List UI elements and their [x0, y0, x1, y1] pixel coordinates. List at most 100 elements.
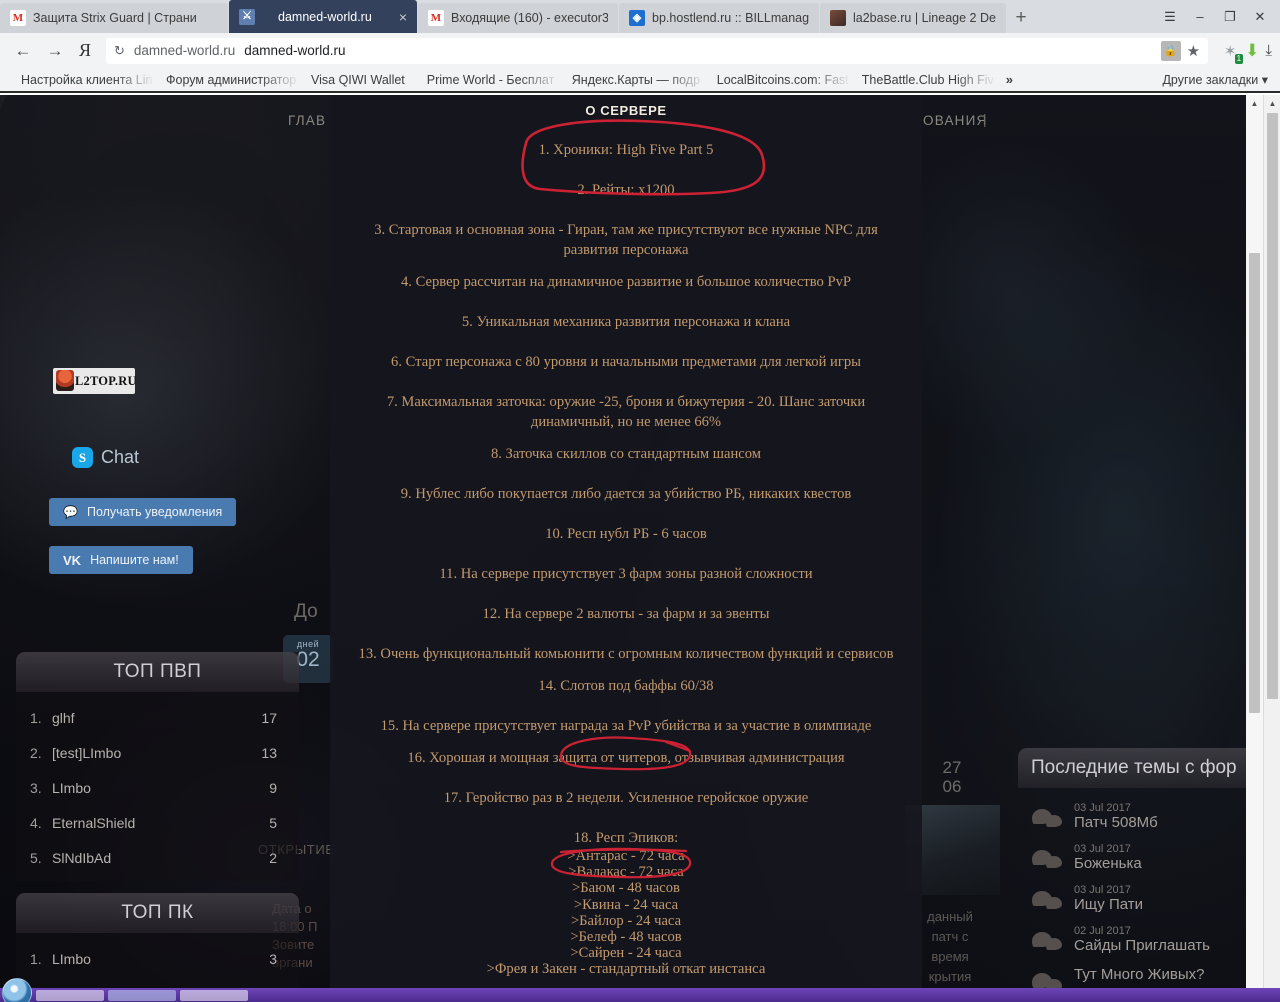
other-bookmarks-label: Другие закладки	[1162, 73, 1259, 87]
modal-scrollbar-thumb[interactable]	[1249, 253, 1260, 713]
taskbar-item[interactable]	[180, 989, 248, 1001]
epic-boss-item: >Баюм - 48 часов	[572, 880, 680, 897]
top-pvp-rows: 1. glhf 17 2. [test]LImbo 13 3. LImbo 9	[16, 692, 299, 881]
top-pk-panel: ТОП ПК 1. LImbo 3 2. ДжастинБибер 2	[16, 893, 299, 1002]
topic-date: 02 Jul 2017	[1074, 925, 1131, 937]
player-score: 17	[261, 709, 277, 726]
epic-boss-item: >Белеф - 48 часов	[570, 929, 682, 946]
imp-mascot-icon	[56, 370, 74, 391]
vk-write-us-button[interactable]: VK Напишите нам!	[49, 546, 193, 574]
rule-item: 5. Уникальная механика развития персонаж…	[461, 314, 791, 330]
browser-tab-3[interactable]: M Входящие (160) - executor3	[418, 3, 618, 33]
list-item[interactable]: 1. LImbo 3	[30, 941, 285, 976]
topic-date: 03 Jul 2017	[1074, 802, 1131, 814]
page-scrollbar[interactable]: ▲ ▼	[1263, 95, 1280, 1002]
player-score: 13	[261, 744, 277, 761]
comment-bubbles-icon	[1032, 930, 1062, 954]
downloads-icon[interactable]: ⤓	[1261, 42, 1272, 59]
download-manager-icon[interactable]: ⬇	[1245, 41, 1259, 61]
topic-title: Патч 508Мб	[1074, 814, 1158, 831]
bookmark-item[interactable]: LocalBitcoins.com: Fast	[706, 73, 851, 87]
browser-window: M Защита Strix Guard | Страни ⚔ damned-w…	[0, 0, 1280, 1002]
scroll-up-icon[interactable]: ▲	[1246, 95, 1263, 112]
forum-topics-panel: Последние темы с фор 03 Jul 2017 Патч 50…	[1018, 748, 1262, 1001]
bookmark-item[interactable]: Форум администратор	[155, 73, 300, 87]
back-button[interactable]: ←	[8, 36, 38, 66]
get-notifications-button[interactable]: 💬 Получать уведомления	[49, 498, 237, 526]
epic-boss-item: >Валакас - 72 часа	[568, 864, 684, 881]
new-tab-button[interactable]: +	[1007, 3, 1035, 33]
menu-icon[interactable]: ☰	[1156, 3, 1184, 31]
skype-chat-widget[interactable]: S Chat	[72, 447, 139, 468]
browser-tab-2-active[interactable]: ⚔ damned-world.ru ×	[229, 0, 417, 33]
bookmark-item[interactable]: Настройка клиента Lin	[10, 73, 155, 87]
modal-scrollbar[interactable]: ▲ ▼	[1246, 95, 1263, 1002]
maximize-icon[interactable]: ❐	[1216, 3, 1244, 31]
rule-item: 9. Нублес либо покупается либо дается за…	[400, 486, 852, 502]
list-item[interactable]: 03 Jul 2017 Патч 508Мб	[1018, 796, 1262, 837]
page-scrollbar-thumb[interactable]	[1267, 113, 1278, 699]
left-sidebar: L2TOP.RU S Chat 💬 Получать уведомления V…	[0, 95, 334, 1002]
bookmark-item[interactable]: TheBattle.Club High Fiv	[851, 73, 996, 87]
taskbar-item[interactable]	[36, 989, 104, 1001]
window-controls: ☰ – ❐ ✕	[1156, 0, 1280, 33]
epic-boss-item: >Антарас - 72 часа	[567, 848, 685, 864]
tab-title: bp.hostlend.ru :: BILLmanage	[652, 11, 809, 25]
list-item[interactable]: 3. LImbo 9	[30, 770, 285, 805]
lock-icon[interactable]: 🔒	[1160, 40, 1181, 61]
list-item[interactable]: 1. glhf 17	[30, 700, 285, 735]
start-orb-icon[interactable]	[2, 978, 32, 1002]
address-bar[interactable]: ↻ damned-world.ru damned-world.ru 🔒 ★	[106, 37, 1209, 64]
rule-item: 8. Заточка скиллов со стандартным шансом	[490, 446, 762, 462]
topic-title: Ищу Пати	[1074, 896, 1144, 913]
omnibox-value: damned-world.ru	[244, 43, 346, 58]
browser-tab-5[interactable]: la2base.ru | Lineage 2 Develo	[820, 3, 1006, 33]
chevron-down-icon: ▾	[1261, 73, 1268, 87]
comment-bubbles-icon	[1032, 807, 1062, 831]
rule-item: 6. Старт персонажа с 80 уровня и начальн…	[391, 354, 861, 370]
tab-title: Защита Strix Guard | Страни	[33, 11, 197, 25]
list-item[interactable]: 2. [test]LImbo 13	[30, 735, 285, 770]
bookmark-star-icon[interactable]: ★	[1187, 42, 1200, 60]
news-excerpt-line-3: время	[931, 949, 969, 964]
bookmark-item[interactable]: Prime World - Бесплат	[416, 73, 561, 87]
lineage-icon: ⚔	[239, 8, 255, 25]
right-sidebar: Последние темы с фор 03 Jul 2017 Патч 50…	[1000, 95, 1262, 1002]
scroll-up-icon[interactable]: ▲	[1264, 95, 1280, 112]
rule-item: 2. Рейты: x1200	[577, 182, 675, 198]
epic-boss-item: >Сайрен - 24 часа	[570, 945, 682, 962]
close-icon[interactable]: ×	[395, 9, 407, 25]
list-item[interactable]: 5. SlNdIbAd 2	[30, 840, 285, 875]
player-score: 9	[269, 779, 277, 796]
bookmark-item[interactable]: Visa QIWI Wallet	[300, 73, 416, 87]
list-item[interactable]: 03 Jul 2017 Ищу Пати	[1018, 878, 1262, 919]
forum-panel-title: Последние темы с фор	[1018, 748, 1262, 788]
browser-tab-1[interactable]: M Защита Strix Guard | Страни	[0, 3, 228, 33]
topic-title: Сайды Приглашать	[1074, 937, 1210, 954]
list-item[interactable]: 02 Jul 2017 Сайды Приглашать	[1018, 919, 1262, 960]
get-notifications-label: Получать уведомления	[86, 505, 223, 519]
minimize-icon[interactable]: –	[1186, 3, 1214, 31]
epic-boss-item: >Фрея и Закен - стандартный откат инстан…	[486, 961, 766, 978]
news-date-badge: 27 06	[932, 758, 972, 796]
adblock-icon[interactable]: ✶ 1	[1220, 41, 1244, 64]
taskbar-item[interactable]	[108, 989, 176, 1001]
bookmark-item[interactable]: Яндекс.Карты — подр	[561, 73, 706, 87]
forward-button[interactable]: →	[40, 36, 70, 66]
rule-item: 16. Хорошая и мощная защита от читеров, …	[407, 750, 845, 766]
rule-item: 15. На сервере присутствует награда за P…	[380, 718, 872, 734]
l2top-banner[interactable]: L2TOP.RU	[53, 368, 137, 394]
bookmarks-overflow-icon[interactable]: »	[996, 72, 1023, 87]
close-window-icon[interactable]: ✕	[1246, 3, 1274, 31]
browser-tab-4[interactable]: ◈ bp.hostlend.ru :: BILLmanage	[619, 3, 819, 33]
page-viewport: ГЛАВ ОВАНИЯ | L2TOP.RU S Chat 💬 Получать…	[0, 95, 1280, 1002]
topic-title: Боженька	[1074, 855, 1142, 872]
list-item[interactable]: 03 Jul 2017 Боженька	[1018, 837, 1262, 878]
nav-item-requirements-fragment[interactable]: ОВАНИЯ	[923, 113, 987, 128]
other-bookmarks-button[interactable]: Другие закладки ▾	[1162, 72, 1270, 87]
rule-item: 10. Респ нубл РБ - 6 часов	[545, 526, 707, 542]
tab-title: Входящие (160) - executor3	[451, 11, 608, 25]
list-item[interactable]: 4. EternalShield 5	[30, 805, 285, 840]
reload-icon[interactable]: ↻	[114, 43, 125, 59]
yandex-home-button[interactable]: Я	[72, 36, 98, 66]
